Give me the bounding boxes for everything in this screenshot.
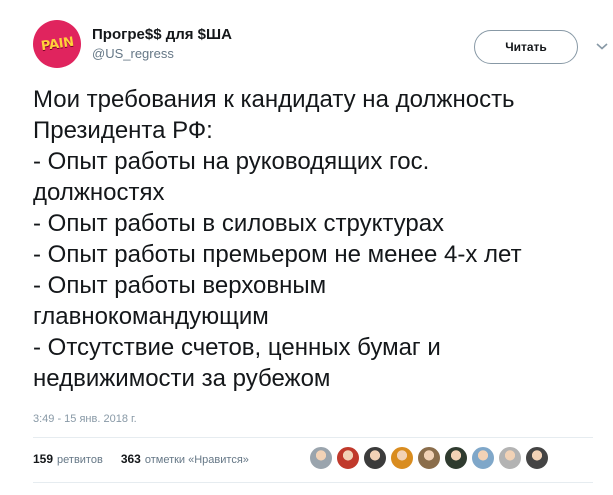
tweet-line: - Отсутствие счетов, ценных бумаг и [33,334,441,361]
tweet-line: - Опыт работы премьером не менее 4-х лет [33,241,522,268]
default-avatar-icon[interactable] [309,446,333,470]
profile-avatar[interactable]: PAIN [33,20,81,68]
display-name[interactable]: Прогре$$ для $ША [92,26,232,44]
tweet-line: - Опыт работы верховным [33,272,327,299]
tweet-line: должностях [33,179,165,206]
retweet-label[interactable]: ретвитов [57,454,103,466]
dark-avatar-icon[interactable] [444,446,468,470]
tweet-timestamp[interactable]: 3:49 - 15 янв. 2018 г. [33,413,137,425]
tweet-line: - Опыт работы на руководящих гос. [33,148,430,175]
tweet-line: главнокомандующим [33,303,269,330]
tweet-line: - Опыт работы в силовых структурах [33,210,445,237]
liker-avatars [309,446,549,470]
tweet-card: PAIN Прогре$$ для $ША @US_regress Читать… [0,0,613,495]
dark-avatar-icon[interactable] [525,446,549,470]
retweet-count[interactable]: 159 [33,452,53,466]
avatar-logo-text: PAIN [39,34,75,54]
like-count[interactable]: 363 [121,452,141,466]
cat-avatar-icon[interactable] [390,446,414,470]
blue-avatar-icon[interactable] [471,446,495,470]
tweet-header: PAIN Прогре$$ для $ША @US_regress Читать [22,10,608,68]
divider [33,437,593,438]
grey-avatar-icon[interactable] [498,446,522,470]
author-block[interactable]: Прогре$$ для $ША @US_regress [92,26,232,62]
red-avatar-icon[interactable] [336,446,360,470]
follow-button[interactable]: Читать [474,30,578,64]
divider [33,482,593,483]
username-handle[interactable]: @US_regress [92,45,232,62]
tweet-line: Президента РФ: [33,117,213,144]
chevron-down-icon[interactable] [595,41,609,51]
tweet-line: недвижимости за рубежом [33,365,331,392]
tweet-line: Мои требования к кандидату на должность [33,86,515,113]
like-label[interactable]: отметки «Нравится» [145,454,249,466]
tweet-text: Мои требования к кандидату на должность … [33,84,603,394]
tweet-stats: 159 ретвитов 363 отметки «Нравится» [33,452,249,466]
person-avatar-icon[interactable] [417,446,441,470]
dark-avatar-icon[interactable] [363,446,387,470]
